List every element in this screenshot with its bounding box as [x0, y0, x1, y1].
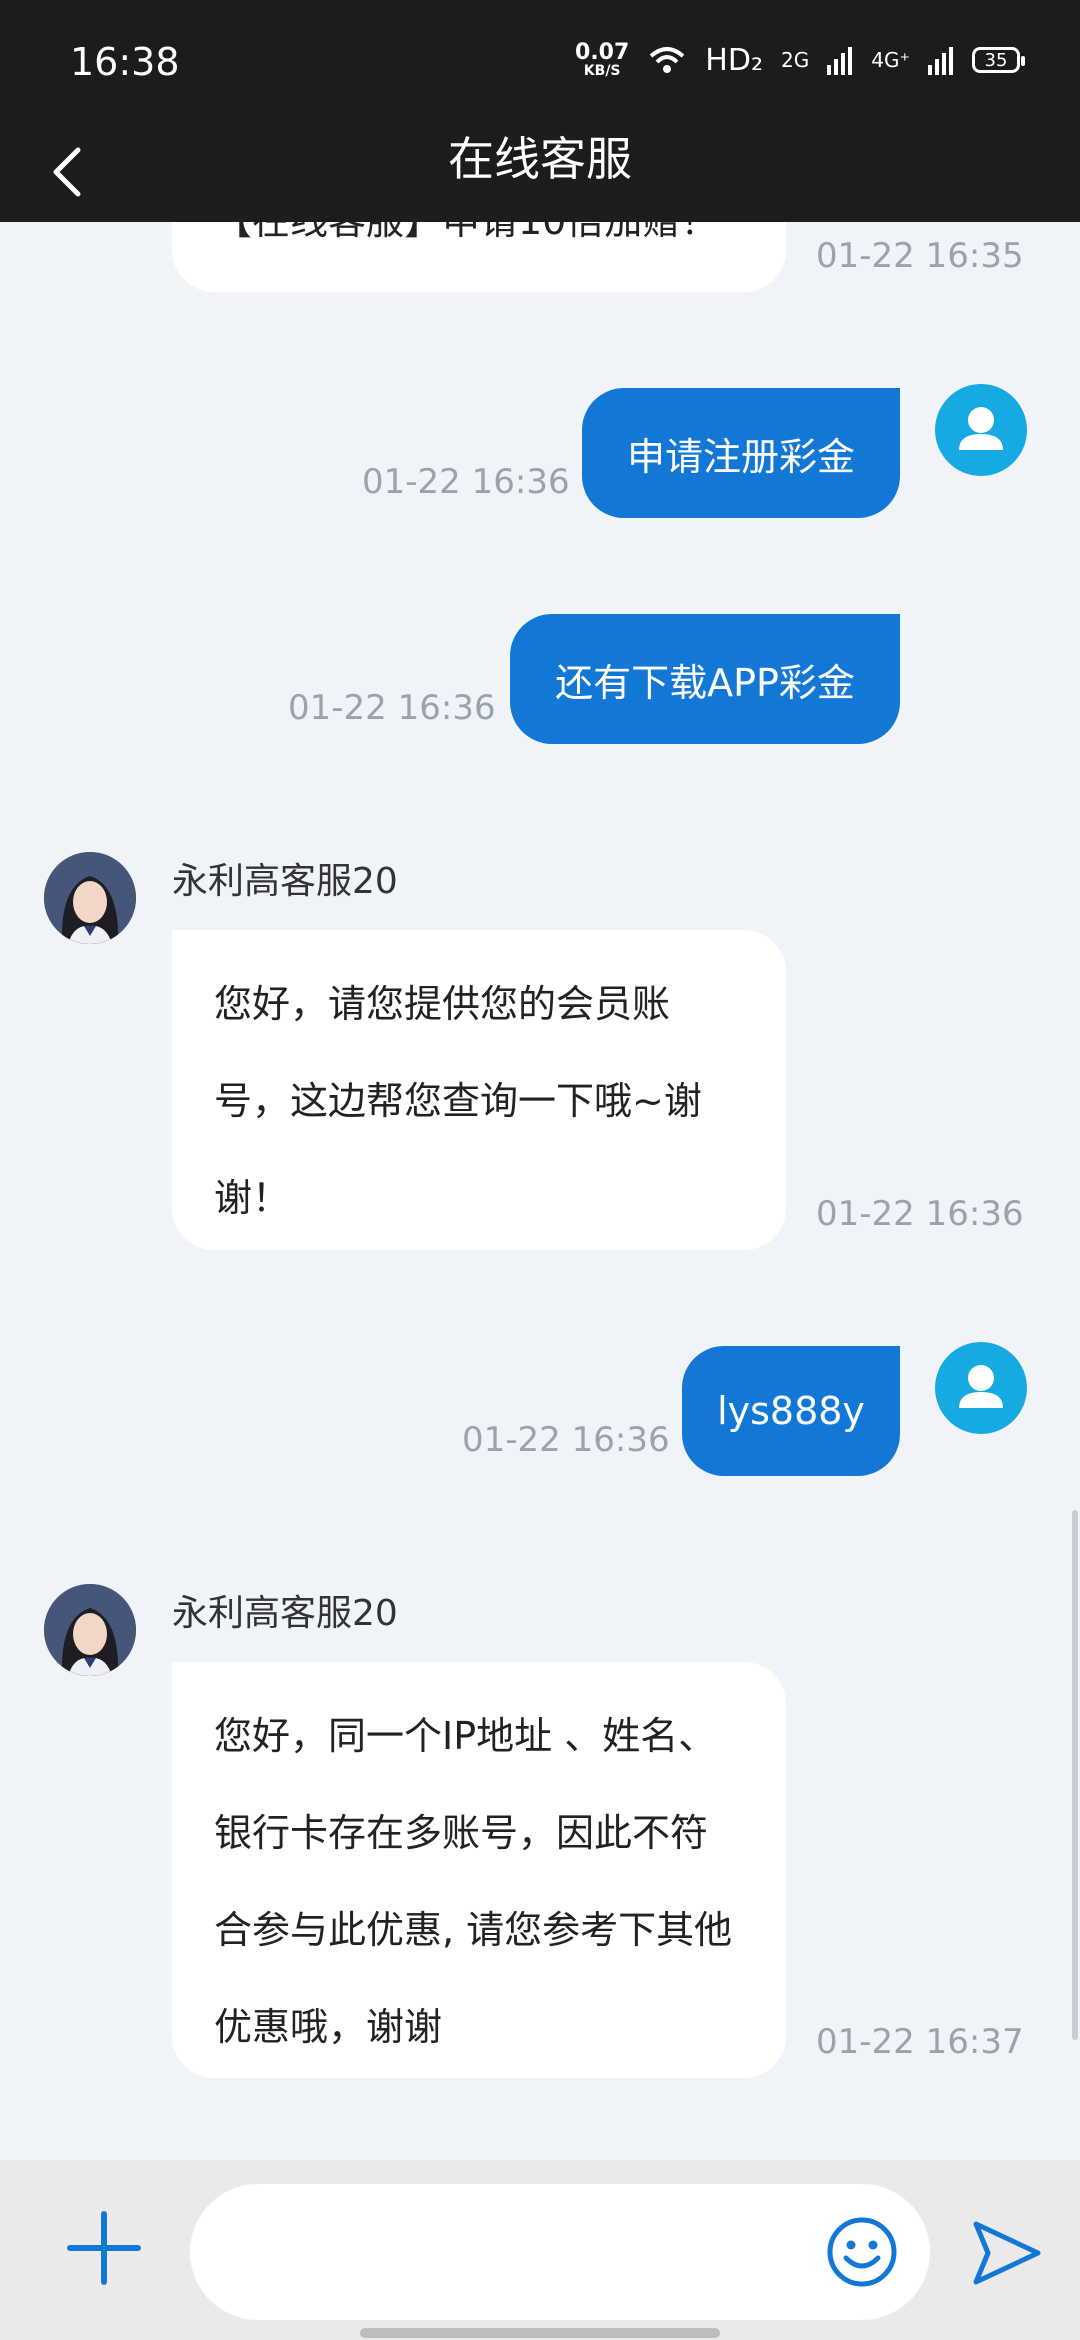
page-title: 在线客服 [448, 132, 632, 186]
message-line: 您好，请您提供您的会员账 [214, 982, 671, 1026]
battery-icon: 35 [972, 47, 1025, 73]
message-time: 01-22 16:36 [816, 1194, 1024, 1234]
hd-label: HD₂ [705, 42, 763, 78]
sender-name: 永利高客服20 [172, 1593, 398, 1634]
message-line: 您好，同一个IP地址 、姓名、 [214, 1714, 717, 1758]
outgoing-message-bubble: lys888y [682, 1346, 900, 1476]
person-icon [959, 407, 1003, 450]
header: 在线客服 [0, 128, 1080, 222]
agent-avatar [44, 852, 136, 944]
net-speed-value: 0.07 [575, 40, 630, 65]
signal-icon [827, 47, 853, 75]
message-list[interactable]: 【在线客服】申请10倍加赠！ 01-22 16:35 申请注册彩金 01-22 … [0, 222, 1080, 2160]
home-indicator[interactable] [360, 2328, 720, 2338]
message-time: 01-22 16:36 [288, 688, 496, 728]
message-text: 申请注册彩金 [626, 434, 855, 479]
message-input[interactable] [190, 2184, 930, 2320]
message-time: 01-22 16:37 [816, 2022, 1024, 2062]
message-time: 01-22 16:35 [816, 236, 1024, 276]
send-icon[interactable] [970, 2216, 1044, 2290]
message-time: 01-22 16:36 [362, 462, 570, 502]
outgoing-message-bubble: 申请注册彩金 [582, 388, 900, 518]
plus-icon[interactable] [66, 2210, 142, 2286]
signal-4g-label: 4G⁺ [871, 48, 910, 72]
message-time: 01-22 16:36 [462, 1420, 670, 1460]
emoji-icon[interactable] [826, 2216, 898, 2288]
message-line: 号，这边帮您查询一下哦~谢 [214, 1079, 702, 1123]
agent-photo-icon [44, 1584, 136, 1676]
input-bar [0, 2160, 1080, 2340]
status-icons: 0.07 KB/S HD₂ 2G 4G⁺ 35 [575, 40, 1025, 79]
message-text: lys888y [717, 1389, 865, 1433]
person-icon [959, 1365, 1003, 1408]
message-line: 优惠哦，谢谢 [214, 2005, 443, 2049]
status-bar: 16:38 0.07 KB/S HD₂ 2G 4G⁺ 35 [0, 0, 1080, 128]
sender-name: 永利高客服20 [172, 861, 398, 902]
message-text: 还有下载APP彩金 [555, 660, 855, 705]
user-avatar [935, 384, 1027, 476]
scrollbar[interactable] [1072, 1510, 1078, 2040]
status-time: 16:38 [70, 40, 180, 84]
message-text: 【在线客服】申请10倍加赠！ [214, 222, 718, 243]
incoming-message-bubble: 【在线客服】申请10倍加赠！ [172, 222, 786, 292]
user-avatar [935, 1342, 1027, 1434]
signal-icon [928, 47, 953, 75]
outgoing-message-bubble: 还有下载APP彩金 [510, 614, 900, 744]
incoming-message-bubble: 您好，请您提供您的会员账 号，这边帮您查询一下哦~谢 谢！ [172, 930, 786, 1250]
message-line: 谢！ [214, 1176, 291, 1220]
wifi-icon [649, 47, 685, 73]
incoming-message-bubble: 您好，同一个IP地址 、姓名、 银行卡存在多账号，因此不符 合参与此优惠, 请您… [172, 1662, 786, 2078]
message-line: 银行卡存在多账号，因此不符 [214, 1811, 709, 1855]
net-speed-unit: KB/S [583, 63, 621, 79]
agent-avatar [44, 1584, 136, 1676]
agent-photo-icon [44, 852, 136, 944]
message-line: 合参与此优惠, 请您参考下其他 [214, 1908, 733, 1952]
battery-level: 35 [984, 49, 1008, 71]
signal-2g-label: 2G [780, 48, 810, 72]
net-speed: 0.07 KB/S [575, 40, 630, 79]
